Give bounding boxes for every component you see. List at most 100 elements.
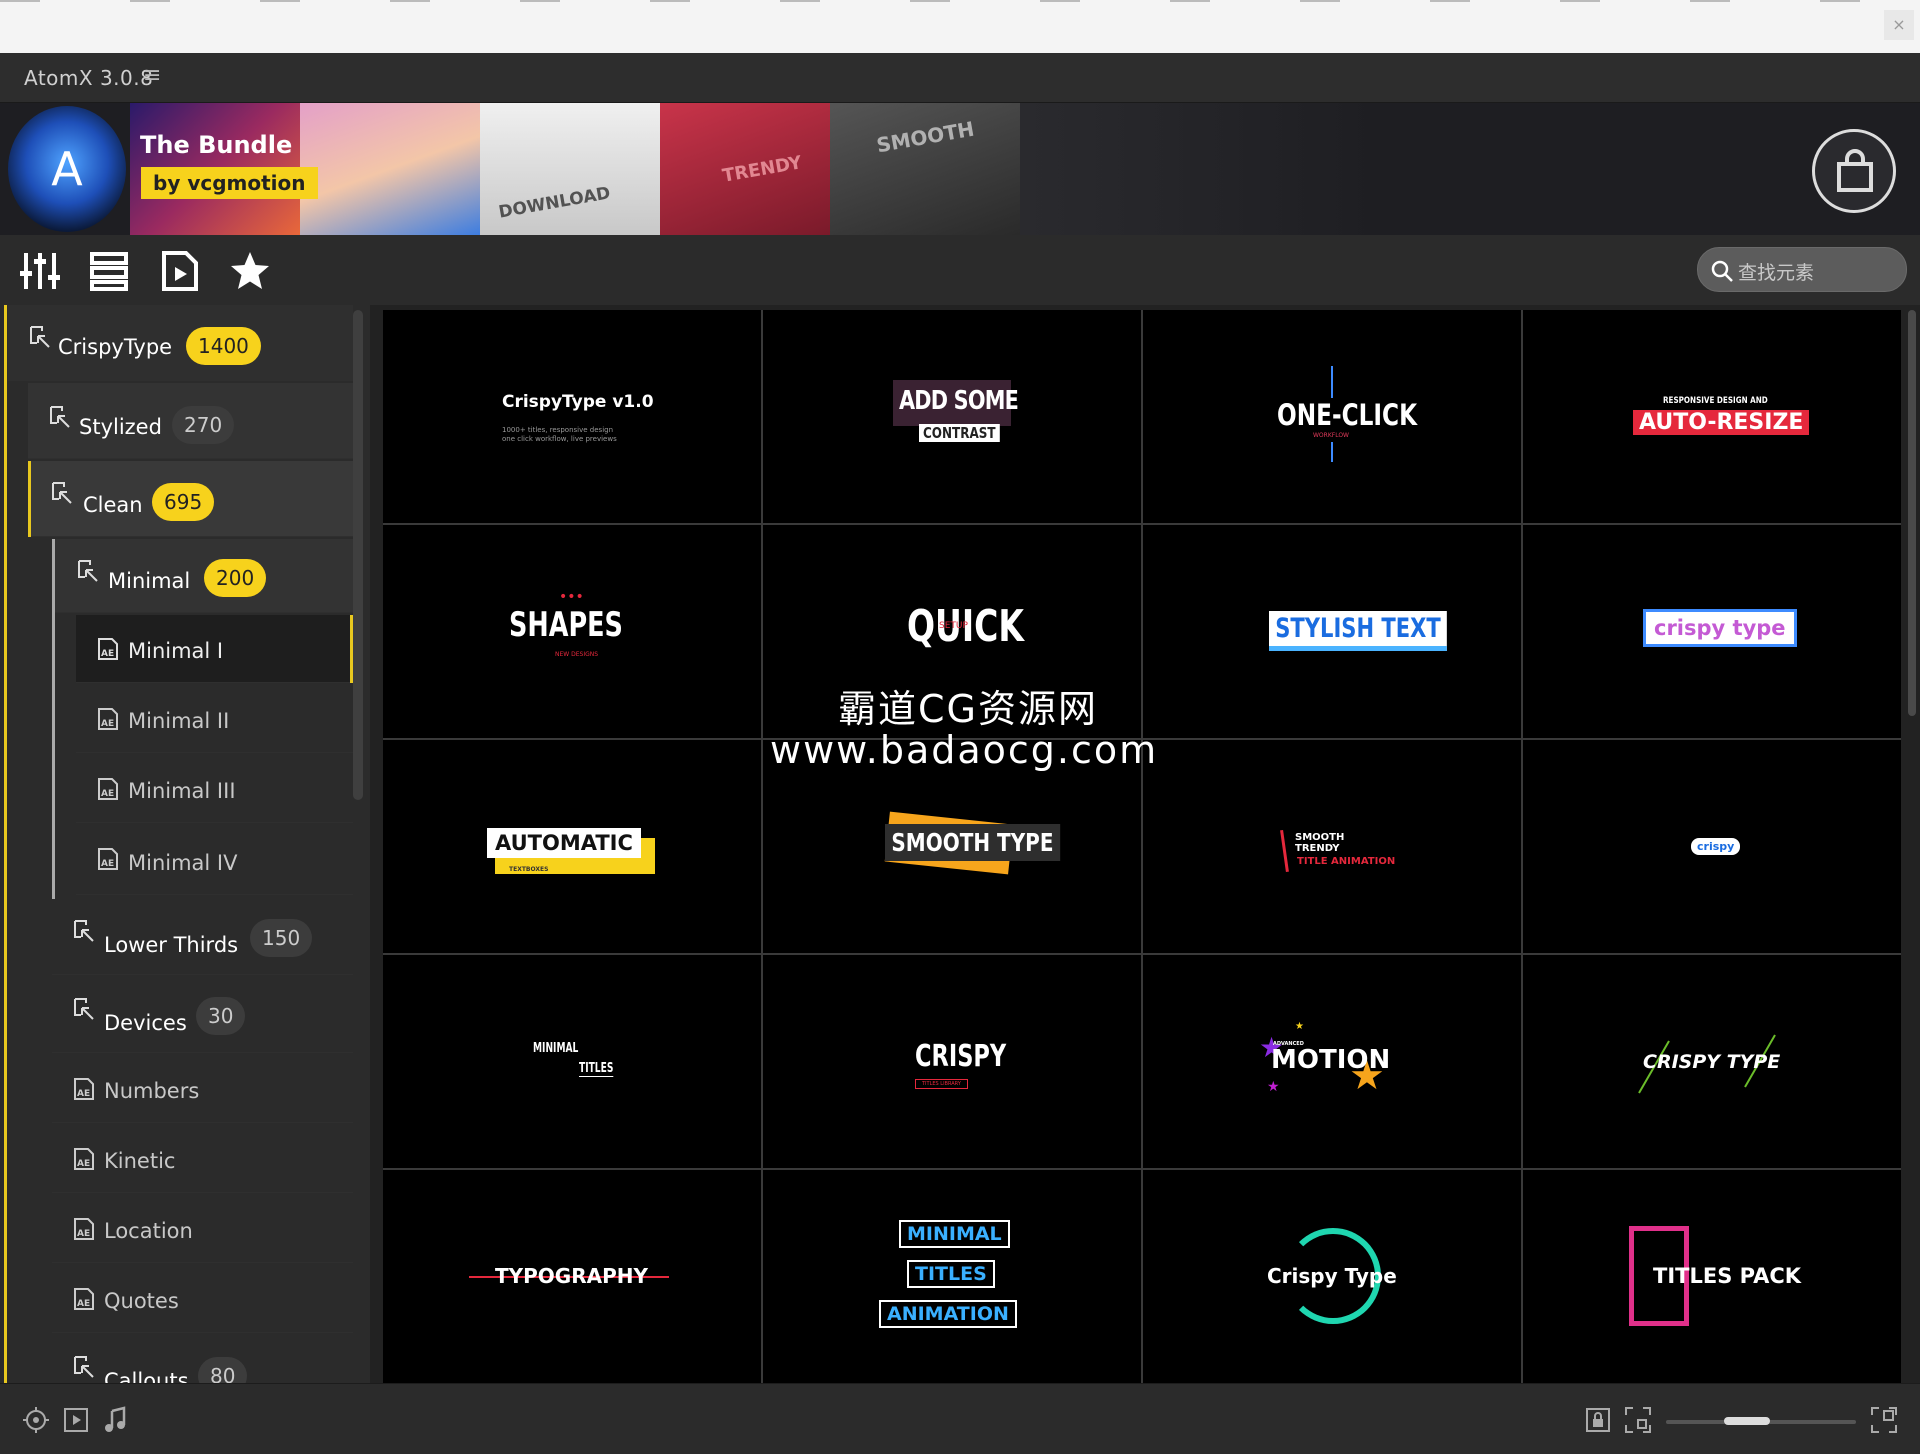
- preview-subtitle: TITLES: [907, 1260, 995, 1288]
- strip-pattern: [0, 0, 1920, 2]
- sidebar-item-clean[interactable]: Clean 695: [28, 461, 353, 537]
- sidebar-item-callouts[interactable]: Callouts 80: [52, 1335, 353, 1383]
- preview-tile[interactable]: ADD SOME CONTRAST: [763, 310, 1141, 523]
- preview-tile[interactable]: SMOOTH TRENDY TITLE ANIMATION: [1143, 740, 1521, 953]
- sidebar-item-location[interactable]: AE Location: [52, 1195, 353, 1263]
- sidebar-item-label: Kinetic: [104, 1149, 176, 1173]
- preview-tile[interactable]: TYPOGRAPHY: [383, 1170, 761, 1383]
- svg-text:AE: AE: [77, 1159, 90, 1169]
- bundle-author: by vcgmotion: [141, 167, 318, 199]
- grid-scrollbar[interactable]: [1908, 310, 1916, 716]
- folder-icon: [74, 1356, 94, 1378]
- atomx-logo: A: [8, 106, 126, 232]
- sidebar-item-stylized[interactable]: Stylized 270: [28, 383, 353, 459]
- status-bar: [0, 1383, 1920, 1454]
- logo-letter: A: [51, 142, 83, 196]
- preview-tile[interactable]: STYLISH TEXT: [1143, 525, 1521, 738]
- list-icon[interactable]: [88, 249, 132, 293]
- preview-title: CRISPY TYPE: [1643, 1051, 1781, 1073]
- expand-icon[interactable]: [1870, 1406, 1898, 1434]
- sidebar-item-kinetic[interactable]: AE Kinetic: [52, 1125, 353, 1193]
- preview-tile[interactable]: ONE-CLICK WORKFLOW: [1143, 310, 1521, 523]
- accent-line: [1280, 829, 1289, 873]
- ae-file-icon: AE: [74, 1218, 94, 1240]
- preview-tile[interactable]: ••• SHAPES NEW DESIGNS: [383, 525, 761, 738]
- music-icon[interactable]: [102, 1406, 130, 1434]
- preview-subtitle: CONTRAST: [919, 424, 1000, 442]
- preview-title: TYPOGRAPHY: [495, 1264, 648, 1288]
- sliders-icon[interactable]: [18, 249, 62, 293]
- desktop-strip: ×: [0, 0, 1920, 53]
- search-input[interactable]: 查找元素: [1697, 247, 1907, 292]
- clean-rail: [28, 461, 31, 537]
- banner-tile: [300, 103, 480, 235]
- preview-title: CrispyType v1.0: [502, 392, 654, 412]
- sidebar-item-label: Stylized: [79, 415, 162, 439]
- preview-tile[interactable]: crispy: [1523, 740, 1901, 953]
- sidebar-item-crispytype[interactable]: CrispyType 1400: [8, 305, 353, 381]
- preview-subtitle: WORKFLOW: [1313, 432, 1349, 439]
- sidebar-item-devices[interactable]: Devices 30: [52, 977, 353, 1053]
- preview-title: Crispy Type: [1267, 1264, 1397, 1288]
- count-badge: 200: [204, 559, 267, 597]
- preview-tile[interactable]: TITLES PACK: [1523, 1170, 1901, 1383]
- preview-subtitle: ANIMATION: [879, 1300, 1017, 1328]
- zoom-slider-thumb[interactable]: [1724, 1417, 1770, 1425]
- preview-subtitle: TITLE ANIMATION: [1297, 856, 1396, 867]
- preview-tile[interactable]: MINIMAL TITLES: [383, 955, 761, 1168]
- sidebar-item-label: Numbers: [104, 1079, 200, 1103]
- preview-subtitle: NEW DESIGNS: [555, 651, 599, 658]
- folder-icon: [74, 920, 94, 942]
- fit-icon[interactable]: [1624, 1406, 1652, 1434]
- window-close-button[interactable]: ×: [1884, 10, 1914, 40]
- shop-button[interactable]: [1812, 129, 1896, 213]
- count-badge: 695: [152, 483, 215, 521]
- search-icon: [1711, 260, 1733, 282]
- preview-tile[interactable]: AUTOMATIC TEXTBOXES: [383, 740, 761, 953]
- target-icon[interactable]: [22, 1406, 50, 1434]
- sidebar-item-minimal-ii[interactable]: AE Minimal II: [76, 685, 353, 753]
- banner-fade: [1020, 103, 1920, 235]
- count-badge: 1400: [186, 327, 261, 365]
- sidebar-item-label: Callouts: [104, 1369, 189, 1383]
- ae-file-icon: AE: [98, 848, 118, 870]
- sidebar-item-label: Devices: [104, 1011, 187, 1035]
- star-shape-icon: ★: [1267, 1079, 1280, 1095]
- preview-tile[interactable]: Crispy Type: [1143, 1170, 1521, 1383]
- accent-line: [1331, 366, 1333, 398]
- star-icon[interactable]: [228, 249, 272, 293]
- hamburger-menu-icon[interactable]: ≡: [143, 63, 161, 88]
- lock-icon[interactable]: [1584, 1406, 1612, 1434]
- sidebar-item-quotes[interactable]: AE Quotes: [52, 1265, 353, 1333]
- preview-tile[interactable]: crispy type: [1523, 525, 1901, 738]
- sidebar-item-lower-thirds[interactable]: Lower Thirds 150: [52, 899, 353, 975]
- sidebar-item-minimal-iii[interactable]: AE Minimal III: [76, 755, 353, 823]
- bundle-name: The Bundle: [140, 131, 293, 159]
- count-badge: 270: [172, 406, 235, 444]
- sidebar-item-minimal-iv[interactable]: AE Minimal IV: [76, 825, 353, 895]
- preview-tile[interactable]: CRISPY TYPE: [1523, 955, 1901, 1168]
- sidebar-item-label: Quotes: [104, 1289, 179, 1313]
- sidebar-item-label: CrispyType: [58, 335, 173, 359]
- preview-title: STYLISH TEXT: [1269, 611, 1447, 651]
- preview-tile[interactable]: CrispyType v1.0 1000+ titles, responsive…: [383, 310, 761, 523]
- preview-tile[interactable]: MINIMAL TITLES ANIMATION: [763, 1170, 1141, 1383]
- sidebar-item-numbers[interactable]: AE Numbers: [52, 1055, 353, 1123]
- sidebar-item-minimal-i[interactable]: AE Minimal I: [76, 615, 353, 683]
- count-badge: 80: [198, 1357, 248, 1383]
- preview-tile[interactable]: ★ ★ ★ ★ ADVANCED MOTION: [1143, 955, 1521, 1168]
- sidebar-scrollbar[interactable]: [353, 310, 363, 800]
- bundle-banner[interactable]: DOWNLOAD TRENDY SMOOTH A The Bundle by v…: [0, 103, 1920, 235]
- svg-text:AE: AE: [101, 649, 114, 659]
- svg-text:AE: AE: [77, 1229, 90, 1239]
- zoom-slider[interactable]: [1666, 1417, 1856, 1425]
- shopping-bag-icon: [1837, 149, 1873, 192]
- preview-tile[interactable]: RESPONSIVE DESIGN AND AUTO-RESIZE: [1523, 310, 1901, 523]
- count-badge: 30: [196, 997, 246, 1035]
- video-file-icon[interactable]: [158, 249, 202, 293]
- play-icon[interactable]: [62, 1406, 90, 1434]
- preview-subtitle: RESPONSIVE DESIGN AND: [1663, 396, 1768, 406]
- preview-tile[interactable]: CRISPY TITLES LIBRARY: [763, 955, 1141, 1168]
- sidebar-item-label: Minimal II: [128, 709, 230, 733]
- sidebar-item-minimal[interactable]: Minimal 200: [52, 539, 353, 899]
